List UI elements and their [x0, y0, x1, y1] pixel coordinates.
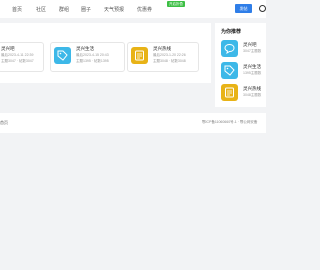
- recommend-count: 3047主题数: [243, 49, 262, 53]
- notepad-icon: [221, 84, 238, 101]
- footer-icp[interactable]: 鄂ICP备11060660号-1 · 鄂公网安备: [202, 120, 257, 125]
- top-navbar: 首页 社区 群组 圈子 天气预报 优惠券 开启折叠 发帖: [0, 0, 266, 18]
- card-title[interactable]: 灵兴生活: [76, 46, 94, 52]
- recommend-item[interactable]: 灵兴吧 3047主题数: [221, 40, 266, 58]
- chat-bubble-icon: [221, 40, 238, 57]
- recommend-item[interactable]: 灵兴生活 1395主题数: [221, 62, 266, 80]
- nav-weather[interactable]: 天气预报: [104, 6, 124, 13]
- fold-toggle-badge[interactable]: 开启折叠: [167, 1, 185, 7]
- forum-card[interactable]: 灵兴吧 最后2023-4-11 22:39 主题3047 · 帖数3047: [0, 42, 44, 72]
- nav-coupons[interactable]: 优惠券: [137, 6, 152, 13]
- recommend-name[interactable]: 灵兴热线: [243, 86, 261, 92]
- recommend-title: 为你推荐: [221, 29, 242, 35]
- recommend-name[interactable]: 灵兴生活: [243, 64, 261, 70]
- forum-card[interactable]: 灵兴生活 最后2023-4-15 20:43 主题1395 · 帖数1395: [50, 42, 125, 72]
- card-stats: 主题3047 · 帖数3047: [1, 59, 34, 63]
- card-stats: 主题3048 · 帖数3048: [153, 59, 186, 63]
- nav-groups[interactable]: 群组: [59, 6, 69, 13]
- nav-community[interactable]: 社区: [36, 6, 46, 13]
- card-stats: 主题1395 · 帖数1395: [76, 59, 109, 63]
- nav-circles[interactable]: 圈子: [81, 6, 91, 13]
- card-last-post: 最后2023-1-20 22:26: [153, 53, 186, 57]
- recommend-count: 1395主题数: [243, 71, 262, 75]
- tag-icon: [221, 62, 238, 79]
- card-title[interactable]: 灵兴热线: [153, 46, 171, 52]
- search-icon[interactable]: [259, 5, 266, 12]
- card-last-post: 最后2023-4-15 20:43: [76, 53, 109, 57]
- tag-icon: [54, 47, 71, 64]
- recommend-item[interactable]: 灵兴热线 3048主题数: [221, 84, 266, 102]
- footer-home-link[interactable]: 首页: [0, 120, 8, 126]
- post-button[interactable]: 发帖: [235, 4, 252, 13]
- nav-home[interactable]: 首页: [12, 6, 22, 13]
- card-last-post: 最后2023-4-11 22:39: [1, 53, 34, 57]
- card-title[interactable]: 灵兴吧: [1, 46, 15, 52]
- forum-card[interactable]: 灵兴热线 最后2023-1-20 22:26 主题3048 · 帖数3048: [127, 42, 199, 72]
- recommend-name[interactable]: 灵兴吧: [243, 42, 257, 48]
- recommend-count: 3048主题数: [243, 93, 262, 97]
- notepad-icon: [131, 47, 148, 64]
